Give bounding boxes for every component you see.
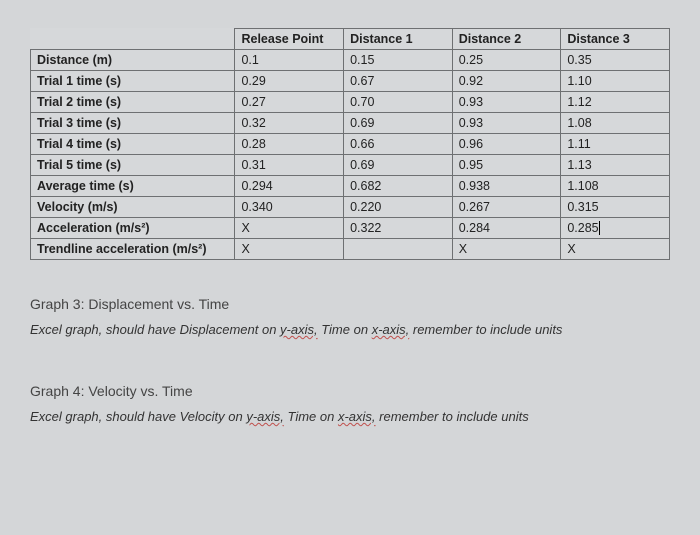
- cell: X: [235, 239, 344, 260]
- cell: 0.93: [452, 92, 561, 113]
- cell: 0.15: [344, 50, 453, 71]
- row-header: Trial 5 time (s): [31, 155, 235, 176]
- cell: 1.10: [561, 71, 670, 92]
- col-header: Distance 2: [452, 29, 561, 50]
- table-row: Trial 1 time (s) 0.29 0.67 0.92 1.10: [31, 71, 670, 92]
- row-header: Average time (s): [31, 176, 235, 197]
- cell: 0.285: [561, 218, 670, 239]
- cell: 0.294: [235, 176, 344, 197]
- cell: 0.35: [561, 50, 670, 71]
- note-text: Time on: [318, 322, 372, 337]
- table-header-row: Release Point Distance 1 Distance 2 Dist…: [31, 29, 670, 50]
- col-header: Distance 1: [344, 29, 453, 50]
- data-table: Release Point Distance 1 Distance 2 Dist…: [30, 28, 670, 260]
- cell: 0.315: [561, 197, 670, 218]
- cell: [344, 239, 453, 260]
- row-header: Trial 2 time (s): [31, 92, 235, 113]
- cell: 0.1: [235, 50, 344, 71]
- table-row: Trendline acceleration (m/s²) X X X: [31, 239, 670, 260]
- cell: 0.25: [452, 50, 561, 71]
- table-row: Trial 2 time (s) 0.27 0.70 0.93 1.12: [31, 92, 670, 113]
- cell: 0.29: [235, 71, 344, 92]
- cell: X: [452, 239, 561, 260]
- yaxis-text: y-axis,: [246, 409, 284, 424]
- cell: 1.108: [561, 176, 670, 197]
- table-row: Trial 3 time (s) 0.32 0.69 0.93 1.08: [31, 113, 670, 134]
- cell: 1.13: [561, 155, 670, 176]
- cell: 0.938: [452, 176, 561, 197]
- cell: 0.95: [452, 155, 561, 176]
- yaxis-text: y-axis,: [280, 322, 318, 337]
- row-header: Velocity (m/s): [31, 197, 235, 218]
- graph4-title: Graph 4: Velocity vs. Time: [30, 383, 670, 399]
- cell: 0.96: [452, 134, 561, 155]
- cell: 0.27: [235, 92, 344, 113]
- cell: 0.322: [344, 218, 453, 239]
- cell: 0.67: [344, 71, 453, 92]
- cell: 0.93: [452, 113, 561, 134]
- graph3-note: Excel graph, should have Displacement on…: [30, 322, 670, 337]
- table-row: Velocity (m/s) 0.340 0.220 0.267 0.315: [31, 197, 670, 218]
- note-text: Excel graph, should have Displacement on: [30, 322, 280, 337]
- note-text: remember to include units: [409, 322, 562, 337]
- table-row: Trial 5 time (s) 0.31 0.69 0.95 1.13: [31, 155, 670, 176]
- cell: 0.682: [344, 176, 453, 197]
- table-corner-blank: [31, 29, 235, 50]
- cell: 0.220: [344, 197, 453, 218]
- cell: 0.28: [235, 134, 344, 155]
- cell: 1.11: [561, 134, 670, 155]
- cell: 1.12: [561, 92, 670, 113]
- cell: 0.32: [235, 113, 344, 134]
- cell: 0.69: [344, 155, 453, 176]
- cell: X: [561, 239, 670, 260]
- note-text: Excel graph, should have Velocity on: [30, 409, 246, 424]
- col-header: Distance 3: [561, 29, 670, 50]
- cell: 1.08: [561, 113, 670, 134]
- note-text: remember to include units: [376, 409, 529, 424]
- row-header: Acceleration (m/s²): [31, 218, 235, 239]
- row-header: Trendline acceleration (m/s²): [31, 239, 235, 260]
- row-header: Trial 3 time (s): [31, 113, 235, 134]
- cell: 0.267: [452, 197, 561, 218]
- graph3-title: Graph 3: Displacement vs. Time: [30, 296, 670, 312]
- graph4-note: Excel graph, should have Velocity on y-a…: [30, 409, 670, 424]
- col-header: Release Point: [235, 29, 344, 50]
- cell: 0.69: [344, 113, 453, 134]
- row-header: Trial 4 time (s): [31, 134, 235, 155]
- xaxis-text: x-axis,: [338, 409, 376, 424]
- cell: 0.340: [235, 197, 344, 218]
- cell: 0.70: [344, 92, 453, 113]
- table-row: Trial 4 time (s) 0.28 0.66 0.96 1.11: [31, 134, 670, 155]
- table-row: Average time (s) 0.294 0.682 0.938 1.108: [31, 176, 670, 197]
- table-row: Acceleration (m/s²) X 0.322 0.284 0.285: [31, 218, 670, 239]
- table-row: Distance (m) 0.1 0.15 0.25 0.35: [31, 50, 670, 71]
- cell: 0.66: [344, 134, 453, 155]
- cell: 0.92: [452, 71, 561, 92]
- cell: X: [235, 218, 344, 239]
- row-header: Trial 1 time (s): [31, 71, 235, 92]
- note-text: Time on: [284, 409, 338, 424]
- row-header: Distance (m): [31, 50, 235, 71]
- xaxis-text: x-axis,: [372, 322, 410, 337]
- cell: 0.284: [452, 218, 561, 239]
- value-with-cursor: 0.285: [567, 221, 599, 235]
- cell: 0.31: [235, 155, 344, 176]
- document-page: Release Point Distance 1 Distance 2 Dist…: [0, 0, 700, 442]
